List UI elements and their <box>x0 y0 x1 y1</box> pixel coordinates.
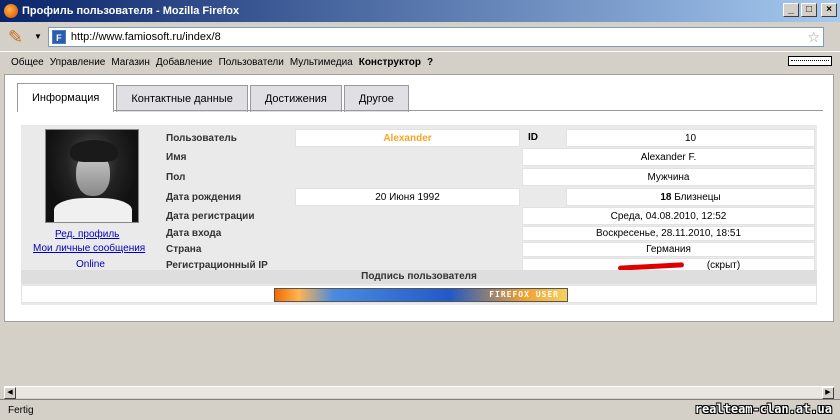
birthdate-value: 20 Июня 1992 <box>295 188 520 206</box>
row-registration: Дата регистрации Среда, 04.08.2010, 12:5… <box>160 207 815 226</box>
id-value: 10 <box>566 129 815 147</box>
registration-label: Дата регистрации <box>166 211 255 222</box>
bookmark-star-icon[interactable]: ☆ <box>807 29 820 46</box>
menu-item-users[interactable]: Пользователи <box>219 57 284 68</box>
menu-item-add[interactable]: Добавление <box>156 57 213 68</box>
profile-tabs: Информация Контактные данные Достижения … <box>17 83 411 112</box>
tab-contacts[interactable]: Контактные данные <box>116 85 248 112</box>
minimize-button[interactable]: _ <box>783 3 799 17</box>
avatar <box>45 129 139 223</box>
user-label: Пользователь <box>166 133 237 144</box>
window-controls: _ □ × <box>783 3 837 17</box>
banner-text: FIREFOX USER <box>489 290 559 299</box>
zodiac-value: 18 Близнецы <box>566 188 815 206</box>
gender-label: Пол <box>166 172 186 183</box>
status-bar: Fertig realteam-clan.at.ua <box>0 399 840 420</box>
menu-item-management[interactable]: Управление <box>50 57 106 68</box>
row-name: Имя Alexander F. <box>160 148 815 168</box>
watermark-text: realteam-clan.at.ua <box>694 402 832 416</box>
last-login-value: Воскресенье, 28.11.2010, 18:51 <box>522 226 815 241</box>
content-panel: Информация Контактные данные Достижения … <box>4 74 834 322</box>
registration-value: Среда, 04.08.2010, 12:52 <box>522 207 815 225</box>
firefox-banner: FIREFOX USER <box>274 288 568 302</box>
pencil-icon[interactable]: ✎ <box>8 26 30 48</box>
row-username: Пользователь Alexander ID 10 <box>160 129 815 148</box>
menu-item-shop[interactable]: Магазин <box>111 57 150 68</box>
url-text[interactable]: http://www.famiosoft.ru/index/8 <box>71 31 221 43</box>
close-button[interactable]: × <box>821 3 837 17</box>
window-title: Профиль пользователя - Mozilla Firefox <box>22 5 240 17</box>
last-login-label: Дата входа <box>166 228 222 239</box>
tab-other[interactable]: Другое <box>343 85 409 112</box>
tab-divider <box>17 110 823 111</box>
row-birthdate: Дата рождения 20 Июня 1992 18 Близнецы <box>160 188 815 207</box>
site-favicon-icon: F <box>51 29 66 44</box>
row-last-login: Дата входа Воскресенье, 28.11.2010, 18:5… <box>160 226 815 242</box>
status-text: Fertig <box>8 404 34 416</box>
dropdown-arrow-icon[interactable]: ▼ <box>34 32 42 41</box>
country-label: Страна <box>166 244 202 255</box>
menu-width-slider[interactable] <box>788 56 832 66</box>
window-titlebar: Профиль пользователя - Mozilla Firefox _… <box>0 0 840 22</box>
gender-value: Мужчина <box>522 168 815 186</box>
id-label: ID <box>522 129 564 147</box>
birthdate-label: Дата рождения <box>166 192 242 203</box>
profile-box: Ред. профиль Мои личные сообщения Online… <box>21 125 817 305</box>
scroll-left-arrow-icon[interactable]: ◀ <box>4 387 16 399</box>
name-value: Alexander F. <box>522 148 815 166</box>
signature-title: Подпись пользователя <box>21 270 817 284</box>
menu-item-constructor[interactable]: Конструктор <box>359 57 421 68</box>
name-label: Имя <box>166 152 187 163</box>
username-value: Alexander <box>295 129 520 147</box>
edit-profile-link[interactable]: Ред. профиль <box>55 229 119 240</box>
firefox-icon <box>4 4 18 18</box>
online-status: Online <box>76 259 105 270</box>
menu-item-help[interactable]: ? <box>427 57 433 68</box>
scroll-right-arrow-icon[interactable]: ▶ <box>822 387 834 399</box>
tab-information[interactable]: Информация <box>17 83 115 112</box>
horizontal-scrollbar[interactable]: ◀ ▶ <box>4 386 834 399</box>
row-country: Страна Германия <box>160 242 815 258</box>
profile-fields: Пользователь Alexander ID 10 Имя Alexand… <box>160 129 815 274</box>
url-bar[interactable]: F http://www.famiosoft.ru/index/8 ☆ <box>47 26 824 47</box>
zodiac-number: 18 <box>660 192 672 203</box>
messages-link[interactable]: Мои личные сообщения <box>33 243 145 254</box>
maximize-button[interactable]: □ <box>801 3 817 17</box>
site-menu: Общее Управление Магазин Добавление Поль… <box>0 53 840 71</box>
tab-achievements[interactable]: Достижения <box>249 85 342 112</box>
row-gender: Пол Мужчина <box>160 168 815 188</box>
menu-item-multimedia[interactable]: Мультимедиа <box>290 57 353 68</box>
country-value: Германия <box>522 242 815 257</box>
zodiac-sign: Близнецы <box>674 192 721 203</box>
navigation-toolbar: ✎ ▼ F http://www.famiosoft.ru/index/8 ☆ <box>0 22 840 52</box>
signature-body: FIREFOX USER <box>21 285 817 303</box>
menu-item-general[interactable]: Общее <box>11 57 44 68</box>
